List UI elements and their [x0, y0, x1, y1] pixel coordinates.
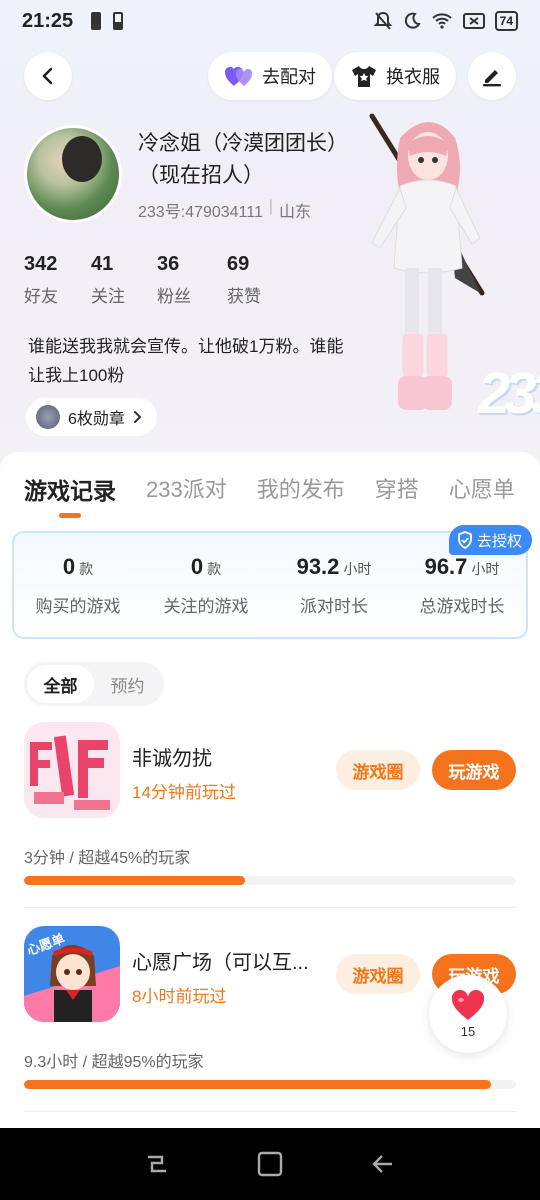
hearts-icon — [225, 67, 253, 86]
game-progress-bar — [24, 876, 516, 885]
stat-following[interactable]: 41 关注 — [91, 253, 157, 307]
user-id-line: 233号:479034111 | 山东 — [138, 198, 311, 222]
tab-indicator — [59, 513, 81, 518]
stat-friends[interactable]: 342 好友 — [24, 253, 91, 307]
nickname: 冷念姐（冷漠团团长）（现在招人） — [138, 132, 338, 187]
game-title: 非诚勿扰 — [132, 748, 212, 770]
status-notification-icons — [91, 12, 124, 30]
summary-label: 关注的游戏 — [163, 596, 249, 616]
record-filter: 全部 预约 — [24, 662, 164, 706]
game-playtime-stat: 9.3小时 / 超越95%的玩家 — [24, 1054, 204, 1071]
profile-bio: 谁能送我我就会宣传。让他破1万粉。谁能让我上100粉 — [28, 337, 344, 385]
game-last-played: 8小时前玩过 — [132, 987, 227, 1006]
no-sim-icon — [462, 13, 485, 29]
party-match-button[interactable]: 去配对 — [208, 52, 332, 100]
game-progress-fill — [24, 1080, 492, 1089]
divider — [24, 1111, 516, 1112]
summary-value: 0 — [62, 553, 76, 579]
battery-small-icon — [113, 12, 124, 30]
brand-233-mark: 233 — [478, 361, 540, 426]
recent-apps-icon[interactable] — [144, 1151, 170, 1177]
summary-followed-games[interactable]: 0款 关注的游戏 — [142, 533, 270, 637]
medals-button[interactable]: 6枚勋章 — [26, 398, 157, 436]
summary-unit: 款 — [79, 560, 94, 577]
summary-purchased-games[interactable]: 0款 购买的游戏 — [14, 533, 142, 637]
summary-label: 购买的游戏 — [35, 596, 121, 616]
summary-value: 93.2 — [296, 553, 340, 579]
change-outfit-button[interactable]: 换衣服 — [334, 52, 456, 100]
summary-unit: 小时 — [471, 560, 500, 577]
status-right-icons: 74 — [373, 11, 518, 31]
play-game-button[interactable]: 玩游戏 — [432, 750, 516, 790]
summary-value: 96.7 — [424, 553, 468, 579]
tab-233-party[interactable]: 233派对 — [146, 472, 227, 506]
game-playtime-stat: 3分钟 / 超越45%的玩家 — [24, 850, 191, 867]
back-nav-icon[interactable] — [370, 1151, 396, 1177]
wifi-icon — [431, 13, 452, 29]
stat-value: 69 — [227, 253, 250, 275]
home-icon[interactable] — [257, 1151, 283, 1177]
party-match-label: 去配对 — [262, 67, 316, 87]
filter-reserve[interactable]: 预约 — [94, 665, 161, 703]
tab-game-records[interactable]: 游戏记录 — [24, 472, 116, 506]
stat-label: 获赞 — [227, 287, 261, 306]
like-button[interactable]: 15 — [429, 975, 507, 1053]
status-time: 21:25 — [22, 9, 74, 32]
heart-icon — [451, 989, 485, 1020]
moon-icon — [404, 12, 421, 29]
system-nav-bar — [0, 1128, 540, 1200]
chevron-right-icon — [133, 411, 142, 423]
authorize-label: 去授权 — [476, 532, 522, 550]
stat-value: 36 — [157, 253, 180, 275]
stat-likes[interactable]: 69 获赞 — [227, 253, 294, 307]
game-title: 心愿广场（可以互... — [132, 952, 309, 974]
chevron-left-icon — [42, 67, 53, 85]
back-button[interactable] — [24, 52, 72, 100]
shield-check-icon — [458, 531, 472, 549]
divider — [24, 907, 516, 908]
authorize-button[interactable]: 去授权 — [448, 525, 532, 555]
avatar[interactable] — [24, 125, 122, 223]
game-circle-button[interactable]: 游戏圈 — [336, 954, 420, 994]
status-bar: 21:25 74 — [0, 0, 540, 42]
stat-label: 关注 — [91, 287, 125, 306]
summary-label: 总游戏时长 — [419, 596, 505, 616]
game-progress-fill — [24, 876, 246, 885]
game-icon-feichengwurao[interactable] — [24, 722, 120, 818]
game-last-played: 14分钟前玩过 — [132, 783, 236, 802]
summary-unit: 小时 — [343, 560, 372, 577]
stat-label: 好友 — [24, 287, 58, 306]
sim-icon — [91, 12, 102, 30]
stat-label: 粉丝 — [157, 287, 191, 306]
filter-all[interactable]: 全部 — [27, 665, 94, 703]
game-circle-button[interactable]: 游戏圈 — [336, 750, 420, 790]
medals-label: 6枚勋章 — [68, 411, 125, 428]
user-location: 山东 — [279, 204, 312, 221]
shirt-icon — [352, 66, 376, 87]
tab-wishlist[interactable]: 心愿单 — [449, 472, 515, 506]
stat-value: 41 — [91, 253, 114, 275]
stat-fans[interactable]: 36 粉丝 — [157, 253, 227, 307]
tab-my-posts[interactable]: 我的发布 — [257, 472, 345, 506]
profile-stats: 342 好友 41 关注 36 粉丝 69 获赞 — [24, 253, 294, 307]
user-id: 233号:479034111 — [138, 204, 263, 221]
id-separator: | — [268, 198, 274, 215]
summary-party-time[interactable]: 93.2 小时 派对时长 — [270, 533, 398, 637]
summary-unit: 款 — [207, 560, 222, 577]
game-summary-card: 0款 购买的游戏 0款 关注的游戏 93.2 小时 派对时长 96.7 小时 总游戏… — [12, 525, 532, 639]
change-outfit-label: 换衣服 — [386, 67, 440, 87]
profile-tabs: 游戏记录 233派对 我的发布 穿搭 心愿单 — [24, 472, 540, 506]
mute-bell-icon — [373, 11, 393, 30]
summary-value: 0 — [190, 553, 204, 579]
battery-indicator: 74 — [494, 11, 518, 31]
pencil-icon — [483, 70, 501, 87]
game-progress-bar — [24, 1080, 516, 1089]
tab-outfits[interactable]: 穿搭 — [375, 472, 419, 506]
stat-value: 342 — [24, 253, 58, 275]
like-count: 15 — [460, 1023, 476, 1039]
summary-label: 派对时长 — [300, 596, 368, 616]
edit-profile-button[interactable] — [468, 52, 516, 100]
medal-icon — [36, 405, 60, 429]
